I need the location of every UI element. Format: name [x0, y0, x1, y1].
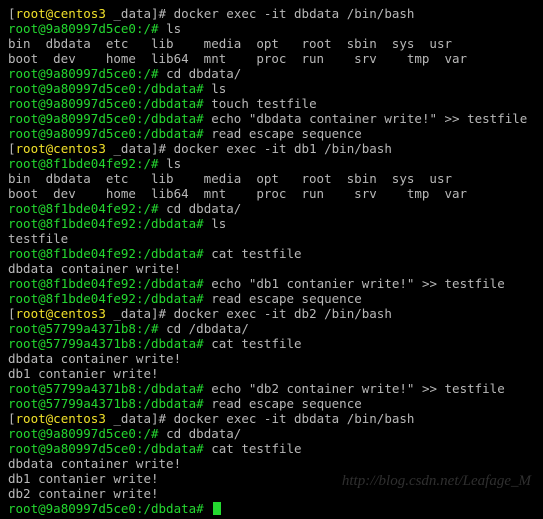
- cursor-icon: [213, 502, 221, 515]
- prompt: [root@centos3 _data]#: [8, 411, 174, 426]
- prompt: root@9a80997d5ce0:/dbdata#: [8, 111, 211, 126]
- prompt: root@8f1bde04fe92:/dbdata#: [8, 276, 211, 291]
- prompt: root@9a80997d5ce0:/dbdata#: [8, 441, 211, 456]
- output: dbdata container write!: [8, 261, 181, 276]
- prompt: [root@centos3 _data]#: [8, 141, 174, 156]
- prompt: [root@centos3 _data]#: [8, 306, 174, 321]
- command: ls: [211, 216, 226, 231]
- prompt: root@9a80997d5ce0:/#: [8, 21, 166, 36]
- output: dbdata container write!: [8, 456, 181, 471]
- prompt: root@57799a4371b8:/dbdata#: [8, 396, 211, 411]
- command: read escape sequence: [211, 291, 362, 306]
- terminal[interactable]: [root@centos3 _data]# docker exec -it db…: [8, 6, 535, 516]
- command: cat testfile: [211, 336, 301, 351]
- prompt: root@8f1bde04fe92:/dbdata#: [8, 216, 211, 231]
- output: db2 container write!: [8, 486, 159, 501]
- prompt: root@8f1bde04fe92:/dbdata#: [8, 246, 211, 261]
- output: bin dbdata etc lib media opt root sbin s…: [8, 171, 452, 186]
- command: cd dbdata/: [166, 426, 241, 441]
- command: echo "dbdata container write!" >> testfi…: [211, 111, 527, 126]
- prompt: root@8f1bde04fe92:/#: [8, 201, 166, 216]
- prompt: root@9a80997d5ce0:/#: [8, 66, 166, 81]
- output: boot dev home lib64 mnt proc run srv tmp…: [8, 51, 467, 66]
- output: dbdata container write!: [8, 351, 181, 366]
- prompt: root@9a80997d5ce0:/dbdata#: [8, 126, 211, 141]
- prompt: root@9a80997d5ce0:/dbdata#: [8, 81, 211, 96]
- command: echo "db2 container write!" >> testfile: [211, 381, 505, 396]
- command: echo "db1 contanier write!" >> testfile: [211, 276, 505, 291]
- prompt: root@57799a4371b8:/dbdata#: [8, 336, 211, 351]
- prompt: root@9a80997d5ce0:/#: [8, 426, 166, 441]
- command: docker exec -it db1 /bin/bash: [174, 141, 392, 156]
- command: read escape sequence: [211, 126, 362, 141]
- prompt: root@8f1bde04fe92:/dbdata#: [8, 291, 211, 306]
- prompt: [root@centos3 _data]#: [8, 6, 174, 21]
- prompt: root@8f1bde04fe92:/#: [8, 156, 166, 171]
- command: cd /dbdata/: [166, 321, 249, 336]
- prompt: root@57799a4371b8:/dbdata#: [8, 381, 211, 396]
- output: db1 contanier write!: [8, 471, 159, 486]
- command: cd dbdata/: [166, 66, 241, 81]
- command: cat testfile: [211, 246, 301, 261]
- output: testfile: [8, 231, 68, 246]
- prompt: root@9a80997d5ce0:/dbdata#: [8, 501, 211, 516]
- command: docker exec -it dbdata /bin/bash: [174, 411, 415, 426]
- command: ls: [211, 81, 226, 96]
- command: touch testfile: [211, 96, 316, 111]
- output: db1 contanier write!: [8, 366, 159, 381]
- output: boot dev home lib64 mnt proc run srv tmp…: [8, 186, 467, 201]
- prompt: root@9a80997d5ce0:/dbdata#: [8, 96, 211, 111]
- command: cd dbdata/: [166, 201, 241, 216]
- output: bin dbdata etc lib media opt root sbin s…: [8, 36, 452, 51]
- prompt: root@57799a4371b8:/#: [8, 321, 166, 336]
- command: ls: [166, 21, 181, 36]
- command: read escape sequence: [211, 396, 362, 411]
- command: docker exec -it db2 /bin/bash: [174, 306, 392, 321]
- command: cat testfile: [211, 441, 301, 456]
- command: docker exec -it dbdata /bin/bash: [174, 6, 415, 21]
- command: ls: [166, 156, 181, 171]
